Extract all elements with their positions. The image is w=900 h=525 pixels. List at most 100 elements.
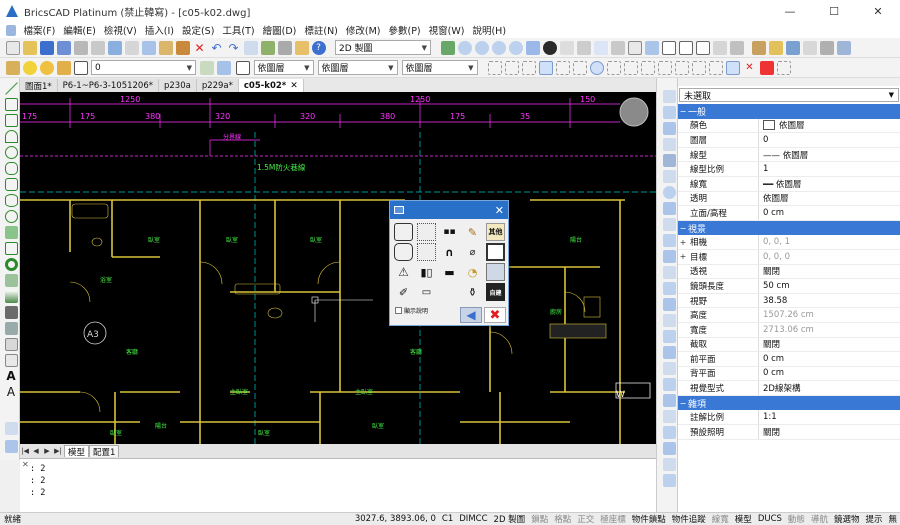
- line-icon[interactable]: [4, 82, 18, 95]
- snap-parallel-icon[interactable]: [691, 60, 706, 75]
- content-browser-icon[interactable]: [785, 40, 800, 55]
- menu-window[interactable]: 視窗(W): [425, 23, 469, 37]
- section-view[interactable]: − 視景: [678, 220, 900, 236]
- section-general[interactable]: − 一般: [678, 104, 900, 119]
- ucs-icon[interactable]: [713, 40, 727, 55]
- command-line-panel[interactable]: ✕ : 2 : 2 : 2: [20, 458, 656, 512]
- render-icon[interactable]: [645, 40, 659, 55]
- list-icon[interactable]: [594, 40, 608, 55]
- dialog-cancel-button[interactable]: ✖: [484, 307, 506, 323]
- menu-settings[interactable]: 設定(S): [178, 23, 218, 37]
- undo-arrow-icon[interactable]: [662, 474, 676, 487]
- point-icon[interactable]: [4, 226, 18, 239]
- tab-model[interactable]: 模型: [64, 445, 90, 458]
- scale-icon[interactable]: [662, 202, 676, 215]
- edit-tool-icon[interactable]: ✐: [394, 283, 413, 301]
- snap-quick-icon[interactable]: [708, 60, 723, 75]
- prop-value[interactable]: 0 cm: [758, 206, 900, 220]
- screen-tool-icon[interactable]: [486, 243, 505, 261]
- print-preview-icon[interactable]: [90, 40, 105, 55]
- rectangle-icon[interactable]: [4, 114, 18, 127]
- join-icon[interactable]: [662, 298, 676, 311]
- blocks-icon[interactable]: [294, 40, 309, 55]
- prop-value[interactable]: 關閉: [758, 264, 900, 279]
- prop-row[interactable]: 鏡頭長度 50 cm: [678, 279, 900, 294]
- prop-row[interactable]: + 目標 0, 0, 0: [678, 249, 900, 265]
- layer-previous-icon[interactable]: [199, 60, 214, 75]
- menu-edit[interactable]: 編輯(E): [59, 23, 99, 37]
- toggle-polar[interactable]: 極座標: [597, 513, 629, 525]
- regen-icon[interactable]: [441, 40, 455, 55]
- wipeout-icon[interactable]: [4, 338, 18, 351]
- donut-icon[interactable]: [4, 258, 18, 271]
- prop-row[interactable]: 高度 1507.26 cm: [678, 308, 900, 323]
- prev-tab-icon[interactable]: ◀: [31, 446, 41, 456]
- save-icon[interactable]: [39, 40, 54, 55]
- prop-value[interactable]: 0 cm: [758, 352, 900, 366]
- distance-icon[interactable]: [560, 40, 574, 55]
- toggle-snap[interactable]: 鎖點: [528, 513, 551, 525]
- linetype-dropdown[interactable]: 依圖層 ▼: [317, 60, 398, 75]
- extend-icon[interactable]: [662, 266, 676, 279]
- status-c1[interactable]: C1: [439, 514, 456, 524]
- stretch-icon[interactable]: [662, 218, 676, 231]
- tab-p6-1[interactable]: P6-1~P6-3-1051206*: [57, 79, 159, 92]
- prop-row[interactable]: 背平面 0 cm: [678, 366, 900, 382]
- cut-icon[interactable]: [124, 40, 139, 55]
- snap-insertion-icon[interactable]: [674, 60, 689, 75]
- toggle-lineweight[interactable]: 線寬: [709, 513, 732, 525]
- snap-settings-icon[interactable]: [759, 60, 774, 75]
- fillet-icon[interactable]: [662, 330, 676, 343]
- attribute-icon[interactable]: [4, 440, 18, 453]
- make-current-icon[interactable]: [216, 60, 231, 75]
- prop-value[interactable]: 2D線架構: [758, 381, 900, 395]
- prop-value[interactable]: 1: [758, 162, 900, 176]
- prop-value[interactable]: 依圖層: [758, 118, 900, 133]
- prop-row[interactable]: 註解比例 1:1: [678, 410, 900, 426]
- print-icon[interactable]: [73, 40, 88, 55]
- lamp-tool-icon[interactable]: ◔: [463, 263, 482, 281]
- zoom-window-icon[interactable]: [509, 40, 523, 55]
- zoom-out-icon[interactable]: [492, 40, 506, 55]
- trim-icon[interactable]: [662, 250, 676, 263]
- node-tool-icon[interactable]: [417, 243, 436, 261]
- prop-value[interactable]: ━━ 依圖層: [758, 176, 900, 191]
- edit-hatch-icon[interactable]: [662, 378, 676, 391]
- layer-states-icon[interactable]: [277, 40, 292, 55]
- lock-icon[interactable]: [56, 60, 71, 75]
- snap-tangent-icon[interactable]: [521, 60, 536, 75]
- circle-icon[interactable]: [4, 146, 18, 159]
- publish-icon[interactable]: [107, 40, 122, 55]
- attach-icon[interactable]: [819, 40, 834, 55]
- custom-tool-button[interactable]: 自建: [486, 283, 505, 301]
- pentagon-tool-icon[interactable]: [394, 243, 413, 261]
- snap-quadrant-icon[interactable]: [623, 60, 638, 75]
- prop-row[interactable]: + 相機 0, 0, 1: [678, 235, 900, 250]
- prop-row[interactable]: 寬度 2713.06 cm: [678, 322, 900, 338]
- named-views-icon[interactable]: [696, 40, 710, 55]
- photo-tool-icon[interactable]: [486, 263, 505, 281]
- table-icon[interactable]: [4, 354, 18, 367]
- boundary-icon[interactable]: [4, 322, 18, 335]
- match-properties-icon[interactable]: [175, 40, 190, 55]
- area-icon[interactable]: [577, 40, 591, 55]
- prop-row[interactable]: 線型 —— 依圖層: [678, 147, 900, 163]
- snap-nearest-icon[interactable]: [555, 60, 570, 75]
- prop-row[interactable]: 前平面 0 cm: [678, 352, 900, 367]
- prop-row[interactable]: 預設照明 關閉: [678, 425, 900, 440]
- expand-icon[interactable]: +: [678, 238, 688, 247]
- ellipse-icon[interactable]: [4, 194, 18, 207]
- dots-tool-icon[interactable]: ▪▪: [440, 223, 459, 241]
- color-swatch-icon[interactable]: [236, 60, 250, 75]
- toggle-ortho[interactable]: 正交: [574, 513, 597, 525]
- open-folder-icon[interactable]: [22, 40, 37, 55]
- show-help-checkbox[interactable]: 顯示說明: [395, 306, 428, 315]
- prop-value[interactable]: 50 cm: [758, 279, 900, 293]
- align-icon[interactable]: [662, 410, 676, 423]
- drawing-canvas[interactable]: 1250 1250 150 175 175 380 320 320 380 17…: [20, 92, 656, 444]
- selection-dropdown[interactable]: 未選取 ▼: [679, 88, 899, 102]
- explode-icon[interactable]: [662, 346, 676, 359]
- block-insert-icon[interactable]: [4, 422, 18, 435]
- zoom-in-icon[interactable]: [475, 40, 489, 55]
- prop-value[interactable]: 0 cm: [758, 366, 900, 381]
